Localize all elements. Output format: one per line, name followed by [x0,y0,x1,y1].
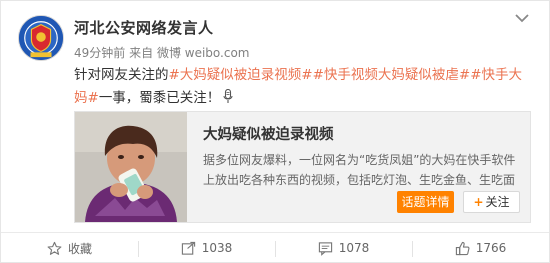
forward-count: 1038 [201,241,233,255]
action-bar: 收藏 1038 1078 1766 [1,232,549,263]
share-description: 据多位网友爆料，一位网名为“吃货凤姐”的大妈在快手软件上放出吃各种东西的视频，包… [203,153,516,187]
comment-icon [318,241,332,256]
text-prefix: 针对网友关注的 [74,67,169,83]
post-menu-chevron-down-icon[interactable] [515,13,535,29]
forward-icon [181,241,195,255]
post-source[interactable]: 微博 weibo.com [157,46,250,60]
collect-button[interactable]: 收藏 [1,233,138,263]
forward-button[interactable]: 1038 [138,233,275,263]
plus-icon: + [473,195,484,209]
author-avatar[interactable] [18,15,64,61]
topic-detail-button[interactable]: 话题详情 [397,191,454,213]
weibo-post-card: 河北公安网络发言人 49分钟前 来自 微博 weibo.com 针对网友关注的#… [0,0,550,263]
like-button[interactable]: 1766 [412,233,549,263]
like-count: 1766 [475,241,507,255]
text-suffix: 一事，蜀黍已关注！ [98,90,221,106]
star-icon [47,241,62,255]
post-time[interactable]: 49分钟前 [74,46,125,60]
hashtag-1[interactable]: #大妈疑似被迫录视频# [169,67,313,83]
source-prefix: 来自 [129,46,154,60]
comment-button[interactable]: 1078 [275,233,412,263]
comment-count: 1078 [338,241,370,255]
thumbs-up-icon [455,241,470,255]
post-text: 针对网友关注的#大妈疑似被迫录视频##快手视频大妈疑似被虐##快手大妈#一事，蜀… [74,64,529,110]
share-card[interactable]: 大妈疑似被迫录视频 据多位网友爆料，一位网名为“吃货凤姐”的大妈在快手软件上放出… [74,111,531,223]
author-name[interactable]: 河北公安网络发言人 [74,17,214,38]
hashtag-2[interactable]: #快手视频大妈疑似被虐# [313,67,471,83]
follow-label: 关注 [485,195,510,209]
share-title[interactable]: 大妈疑似被迫录视频 [203,123,334,144]
follow-button[interactable]: + 关注 [463,191,520,213]
collect-label: 收藏 [67,241,92,256]
share-thumbnail[interactable] [75,112,187,222]
microphone-icon [223,89,233,104]
post-meta: 49分钟前 来自 微博 weibo.com [74,44,250,61]
